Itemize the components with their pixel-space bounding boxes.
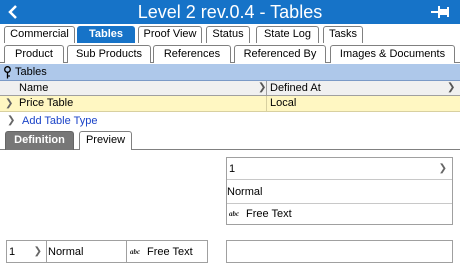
column-header-defined-at[interactable]: Defined At: [267, 81, 460, 96]
tab-label: References: [163, 48, 221, 60]
tab-state-log[interactable]: State Log: [256, 26, 319, 43]
divider: [227, 179, 452, 180]
tab-label: Proof View: [143, 28, 197, 40]
sub-tab-row: Product Sub Products References Referenc…: [0, 43, 460, 63]
row-number-cell[interactable]: 1 ❯: [6, 240, 47, 263]
column-name: Normal: [227, 186, 263, 198]
tab-definition[interactable]: Definition: [5, 131, 74, 150]
row-type-cell[interactable]: abc Free Text: [126, 240, 208, 263]
add-table-type-link[interactable]: Add Table Type: [22, 114, 97, 128]
tab-label: Sub Products: [75, 48, 143, 60]
tab-label: Commercial: [10, 28, 69, 40]
cell-name[interactable]: Price Table: [16, 96, 267, 112]
tab-label: Images & Documents: [339, 48, 446, 60]
tab-label: Product: [15, 48, 53, 60]
table-row[interactable]: ❯ Price Table Local: [0, 96, 460, 112]
row-name-cell[interactable]: Normal: [46, 240, 127, 263]
cell-defined-at[interactable]: Local: [267, 96, 460, 112]
tab-label: Tables: [88, 28, 124, 40]
tab-tasks[interactable]: Tasks: [323, 26, 363, 43]
tab-preview[interactable]: Preview: [79, 131, 132, 150]
column-label: Defined At: [270, 82, 321, 94]
tab-references[interactable]: References: [153, 45, 231, 63]
chevron-right-icon: ❯: [447, 82, 456, 93]
row-name: Normal: [48, 246, 84, 258]
chevron-right-icon: ❯: [258, 82, 267, 93]
tab-commercial[interactable]: Commercial: [4, 26, 75, 43]
tab-tables[interactable]: Tables: [77, 26, 135, 43]
column-type: Free Text: [246, 208, 292, 220]
row-selector-icon: ❯: [5, 98, 14, 109]
tab-label: Definition: [14, 134, 65, 146]
tab-label: Referenced By: [243, 48, 317, 60]
tab-images-documents[interactable]: Images & Documents: [330, 45, 455, 63]
main-tab-row: Commercial Tables Proof View Status Stat…: [0, 24, 460, 43]
tab-referenced-by[interactable]: Referenced By: [234, 45, 326, 63]
title-bar: Level 2 rev.0.4 - Tables: [0, 0, 460, 24]
chevron-right-icon[interactable]: ❯: [439, 162, 447, 176]
key-icon: [4, 66, 11, 79]
tab-product[interactable]: Product: [4, 45, 64, 63]
column-header-name[interactable]: Name: [16, 81, 267, 96]
row-number: 1: [9, 246, 16, 258]
chevron-right-icon: ❯: [7, 115, 16, 126]
tab-label: Tasks: [328, 28, 358, 40]
tab-label: Status: [212, 28, 244, 40]
row-type: Free Text: [147, 246, 193, 258]
definition-tab-row: Definition Preview: [0, 130, 460, 150]
tables-column-header: Name ❯ Defined At ❯: [0, 81, 460, 96]
tab-status[interactable]: Status: [206, 26, 250, 43]
chevron-right-icon[interactable]: ❯: [34, 245, 42, 259]
tab-proof-view[interactable]: Proof View: [138, 26, 202, 43]
tab-label: Preview: [85, 134, 126, 146]
window-title: Level 2 rev.0.4 - Tables: [137, 2, 323, 22]
empty-cell[interactable]: [226, 240, 453, 263]
definition-column-box[interactable]: 1 ❯ Normal abc Free Text: [226, 157, 453, 225]
section-title: Tables: [15, 66, 47, 78]
text-type-icon: abc: [130, 248, 141, 256]
tables-section-header[interactable]: Tables: [0, 64, 460, 81]
divider: [227, 203, 452, 204]
pin-icon[interactable]: [430, 4, 452, 20]
tab-label: State Log: [263, 28, 312, 40]
column-label: Name: [19, 82, 49, 94]
column-number: 1: [229, 163, 236, 175]
text-type-icon: abc: [229, 210, 240, 218]
tab-sub-products[interactable]: Sub Products: [67, 45, 151, 63]
